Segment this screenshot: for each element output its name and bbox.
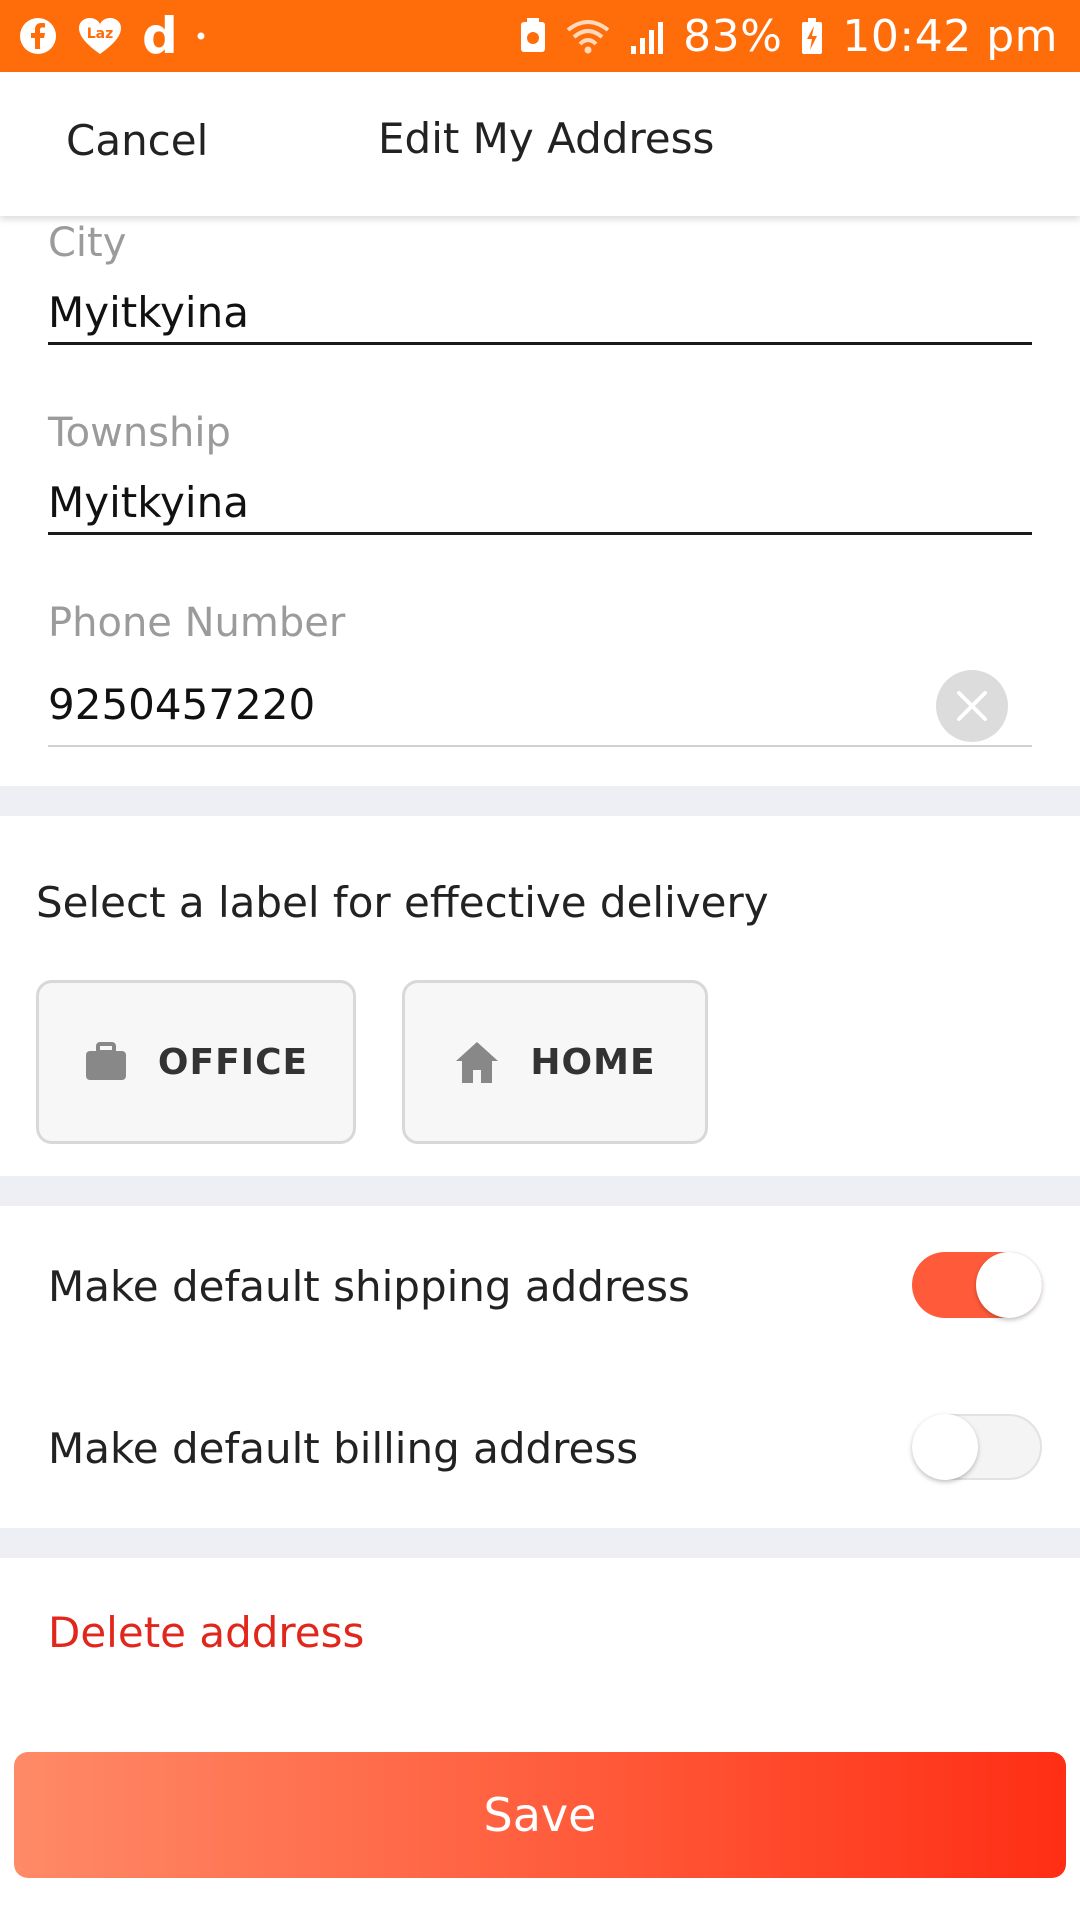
toggle-knob (976, 1252, 1042, 1318)
phone-underline (48, 745, 1032, 747)
township-label: Township (48, 410, 231, 456)
wifi-icon (565, 16, 611, 56)
home-label-text: HOME (530, 1041, 656, 1083)
office-label-button[interactable]: OFFICE (36, 980, 356, 1144)
cancel-button[interactable]: Cancel (66, 116, 208, 165)
edit-address-screen: Laz d 83% 10:42 pm Cancel Edit My Addres… (0, 0, 1080, 1920)
status-bar: Laz d 83% 10:42 pm (0, 0, 1080, 72)
default-shipping-toggle[interactable] (912, 1252, 1042, 1318)
status-bar-left: Laz d (18, 11, 206, 61)
office-label-text: OFFICE (157, 1041, 309, 1083)
township-underline (48, 532, 1032, 535)
home-icon (456, 1042, 499, 1083)
default-billing-label: Make default billing address (48, 1424, 639, 1473)
status-bar-right: 83% 10:42 pm (519, 11, 1058, 62)
battery-charging-icon (800, 16, 824, 56)
briefcase-icon (85, 1042, 126, 1080)
page-title: Edit My Address (378, 114, 715, 163)
default-shipping-label: Make default shipping address (48, 1262, 690, 1311)
d-icon: d (142, 7, 178, 65)
nfc-icon (519, 16, 547, 56)
clear-phone-button[interactable] (936, 670, 1008, 742)
city-value[interactable]: Myitkyina (48, 288, 249, 337)
default-billing-row: Make default billing address (48, 1414, 1042, 1494)
section-divider (0, 1528, 1080, 1558)
battery-percent: 83% (683, 10, 783, 62)
delete-address-button[interactable]: Delete address (48, 1608, 364, 1657)
phone-value[interactable]: 9250457220 (48, 680, 315, 729)
signal-icon (629, 16, 665, 56)
default-shipping-row: Make default shipping address (48, 1252, 1042, 1332)
township-field[interactable]: Township Myitkyina (48, 410, 1032, 536)
phone-field[interactable]: Phone Number 9250457220 (48, 600, 1032, 750)
lazada-icon: Laz (76, 16, 124, 56)
section-divider (0, 1176, 1080, 1206)
township-value[interactable]: Myitkyina (48, 478, 249, 527)
svg-text:Laz: Laz (87, 26, 114, 42)
city-underline (48, 342, 1032, 345)
home-label-button[interactable]: HOME (402, 980, 708, 1144)
dot-icon (196, 31, 206, 41)
default-billing-toggle[interactable] (912, 1414, 1042, 1480)
delivery-label-title: Select a label for effective delivery (36, 878, 769, 927)
close-icon (957, 691, 987, 721)
phone-label: Phone Number (48, 600, 346, 646)
status-time: 10:42 pm (842, 10, 1058, 62)
section-divider (0, 786, 1080, 816)
facebook-icon (18, 16, 58, 56)
toggle-knob (912, 1414, 978, 1480)
app-header: Cancel Edit My Address (0, 72, 1080, 216)
city-label: City (48, 220, 127, 266)
city-field[interactable]: City Myitkyina (48, 220, 1032, 346)
save-button[interactable]: Save (14, 1752, 1066, 1878)
